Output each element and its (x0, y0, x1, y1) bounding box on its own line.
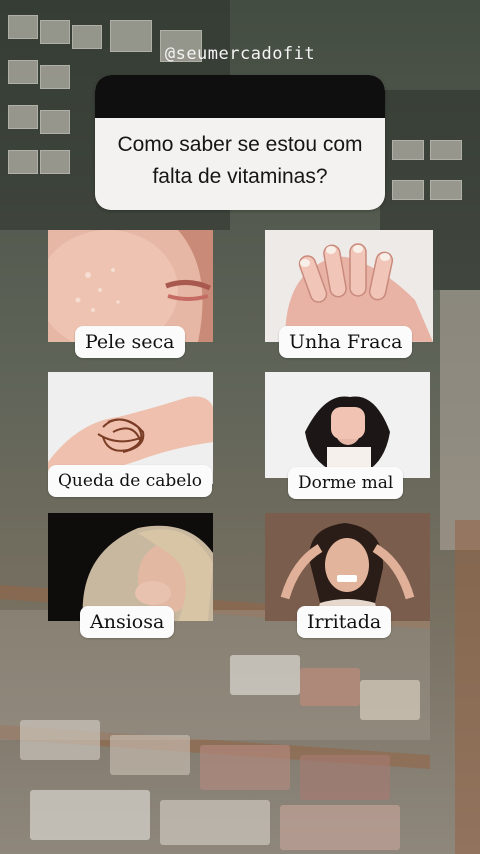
symptom-label-weak-nails: Unha Fraca (279, 326, 413, 358)
question-sticker-header (95, 75, 385, 118)
symptom-label-hair-loss: Queda de cabelo (48, 465, 212, 497)
symptom-label-irritated: Irritada (297, 606, 392, 638)
anxious-woman-photo (48, 513, 213, 621)
irritated-woman-photo (265, 513, 430, 621)
account-handle: @seumercadofit (164, 44, 316, 64)
symptom-label-poor-sleep: Dorme mal (288, 467, 404, 499)
question-text: Como saber se estou com falta de vitamin… (117, 133, 363, 188)
symptom-label-dry-skin: Pele seca (75, 326, 185, 358)
symptom-label-anxious: Ansiosa (80, 606, 175, 638)
poor-sleep-photo (265, 372, 430, 478)
question-sticker[interactable]: Como saber se estou com falta de vitamin… (95, 75, 385, 210)
